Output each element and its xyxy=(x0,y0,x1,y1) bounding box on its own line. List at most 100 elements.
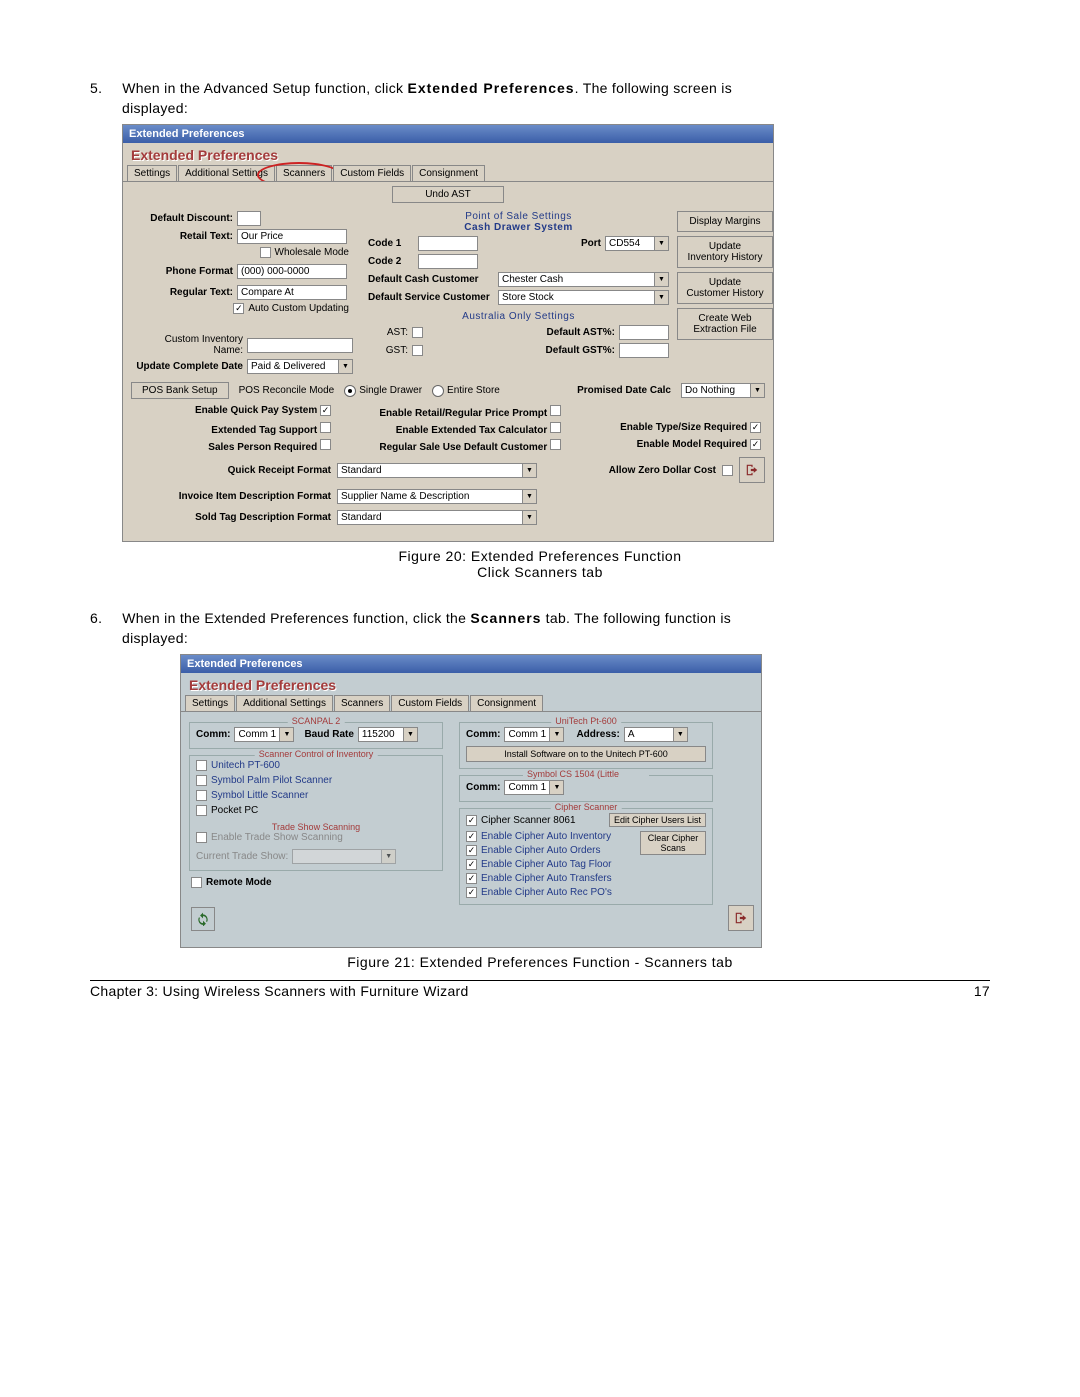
entire-store-radio[interactable]: Entire Store xyxy=(432,385,500,397)
symbol-comm-label: Comm: xyxy=(466,782,500,793)
tab-settings[interactable]: Settings xyxy=(185,695,235,711)
tab-consignment[interactable]: Consignment xyxy=(412,165,485,181)
chevron-down-icon[interactable]: ▼ xyxy=(523,463,537,478)
wholesale-mode-checkbox[interactable]: Wholesale Mode xyxy=(260,247,349,258)
tab-custom-fields[interactable]: Custom Fields xyxy=(391,695,469,711)
default-service-customer-combo[interactable]: Store Stock xyxy=(498,290,655,305)
enable-trade-show-checkbox[interactable]: Enable Trade Show Scanning xyxy=(196,832,343,843)
phone-format-input[interactable]: (000) 000-0000 xyxy=(237,264,347,279)
ast-checkbox[interactable] xyxy=(412,327,423,338)
default-discount-input[interactable] xyxy=(237,211,261,226)
chevron-down-icon[interactable]: ▼ xyxy=(523,489,537,504)
pocket-pc-checkbox[interactable]: Pocket PC xyxy=(196,805,436,816)
update-complete-combo[interactable]: Paid & Delivered xyxy=(247,359,339,374)
sold-tag-desc-combo[interactable]: Standard xyxy=(337,510,523,525)
install-unitech-button[interactable]: Install Software on to the Unitech PT-60… xyxy=(466,746,706,762)
unitech-comm-label: Comm: xyxy=(466,729,500,740)
tab-consignment[interactable]: Consignment xyxy=(470,695,543,711)
symbol-little-checkbox[interactable]: Symbol Little Scanner xyxy=(196,790,436,801)
enable-quick-pay-checkbox[interactable]: ✓ xyxy=(320,405,331,416)
cipher-auto-transfers-checkbox[interactable]: ✓Enable Cipher Auto Transfers xyxy=(466,873,636,884)
chevron-down-icon[interactable]: ▼ xyxy=(655,290,669,305)
default-discount-label: Default Discount: xyxy=(133,213,233,224)
chevron-down-icon[interactable]: ▼ xyxy=(339,359,353,374)
chevron-down-icon[interactable]: ▼ xyxy=(404,727,418,742)
regular-sale-default-checkbox[interactable] xyxy=(550,439,561,450)
default-gst-input[interactable] xyxy=(619,343,669,358)
refresh-button[interactable] xyxy=(191,907,215,931)
chevron-down-icon[interactable]: ▼ xyxy=(280,727,294,742)
gst-checkbox[interactable] xyxy=(412,345,423,356)
unitech-pt600-checkbox[interactable]: Unitech PT-600 xyxy=(196,760,436,771)
custom-inv-name-input[interactable] xyxy=(247,338,353,353)
default-cash-customer-label: Default Cash Customer xyxy=(368,274,498,285)
edit-cipher-users-button[interactable]: Edit Cipher Users List xyxy=(609,813,706,827)
extended-tag-support-checkbox[interactable] xyxy=(320,422,331,433)
default-ast-input[interactable] xyxy=(619,325,669,340)
chevron-down-icon[interactable]: ▼ xyxy=(674,727,688,742)
chevron-down-icon[interactable]: ▼ xyxy=(550,727,564,742)
pos-bank-setup-button[interactable]: POS Bank Setup xyxy=(131,382,229,399)
enable-retail-prompt-checkbox[interactable] xyxy=(550,405,561,416)
port-combo[interactable]: CD554 xyxy=(605,236,655,251)
chevron-down-icon[interactable]: ▼ xyxy=(550,780,564,795)
tab-additional-settings[interactable]: Additional Settings xyxy=(178,165,275,181)
tab-scanners[interactable]: Scanners xyxy=(276,165,332,181)
enable-ext-tax-checkbox[interactable] xyxy=(550,422,561,433)
chevron-down-icon[interactable]: ▼ xyxy=(655,272,669,287)
chevron-down-icon: ▼ xyxy=(382,849,396,864)
tab-strip: Settings Additional Settings Scanners Cu… xyxy=(123,165,773,181)
step6-cont: displayed: xyxy=(90,630,990,646)
symbol-comm-combo[interactable]: Comm 1 xyxy=(504,780,550,795)
scanpal-baud-combo[interactable]: 115200 xyxy=(358,727,404,742)
chevron-down-icon[interactable]: ▼ xyxy=(523,510,537,525)
update-inventory-history-button[interactable]: Update Inventory History xyxy=(677,236,773,268)
remote-mode-checkbox[interactable]: Remote Mode xyxy=(191,877,272,888)
symbol-palm-checkbox[interactable]: Symbol Palm Pilot Scanner xyxy=(196,775,436,786)
quick-receipt-format-label: Quick Receipt Format xyxy=(131,465,331,476)
display-margins-button[interactable]: Display Margins xyxy=(677,211,773,232)
chevron-down-icon[interactable]: ▼ xyxy=(751,383,765,398)
tab-additional-settings[interactable]: Additional Settings xyxy=(236,695,333,711)
undo-ast-button[interactable]: Undo AST xyxy=(392,186,504,203)
cipher-auto-inventory-checkbox[interactable]: ✓Enable Cipher Auto Inventory xyxy=(466,831,636,842)
cipher-auto-orders-checkbox[interactable]: ✓Enable Cipher Auto Orders xyxy=(466,845,636,856)
unitech-comm-combo[interactable]: Comm 1 xyxy=(504,727,550,742)
cipher-8061-checkbox[interactable]: ✓Cipher Scanner 8061 xyxy=(466,815,576,826)
enable-type-size-checkbox[interactable]: ✓ xyxy=(750,422,761,433)
single-drawer-radio[interactable]: Single Drawer xyxy=(344,385,422,397)
clear-cipher-scans-button[interactable]: Clear Cipher Scans xyxy=(640,831,706,855)
extended-preferences-dialog-scanners: Extended Preferences Extended Preference… xyxy=(180,654,762,948)
tab-settings[interactable]: Settings xyxy=(127,165,177,181)
default-cash-customer-combo[interactable]: Chester Cash xyxy=(498,272,655,287)
quick-receipt-format-combo[interactable]: Standard xyxy=(337,463,523,478)
sales-person-required-checkbox[interactable] xyxy=(320,439,331,450)
figure20-caption: Figure 20: Extended Preferences Function… xyxy=(90,548,990,580)
tab-strip: Settings Additional Settings Scanners Cu… xyxy=(181,695,761,711)
create-web-extraction-button[interactable]: Create Web Extraction File xyxy=(677,308,773,340)
update-customer-history-button[interactable]: Update Customer History xyxy=(677,272,773,304)
cipher-auto-tag-checkbox[interactable]: ✓Enable Cipher Auto Tag Floor xyxy=(466,859,636,870)
phone-format-label: Phone Format xyxy=(133,266,233,277)
promised-date-calc-combo[interactable]: Do Nothing xyxy=(681,383,751,398)
unitech-address-combo[interactable]: A xyxy=(624,727,674,742)
code1-label: Code 1 xyxy=(368,238,418,249)
chevron-down-icon[interactable]: ▼ xyxy=(655,236,669,251)
code1-input[interactable] xyxy=(418,236,478,251)
tab-custom-fields[interactable]: Custom Fields xyxy=(333,165,411,181)
allow-zero-dollar-checkbox[interactable] xyxy=(722,465,733,476)
tab-scanners[interactable]: Scanners xyxy=(334,695,390,711)
exit-button[interactable] xyxy=(739,457,765,483)
default-gst-label: Default GST%: xyxy=(546,345,615,356)
auto-custom-updating-checkbox[interactable]: ✓ Auto Custom Updating xyxy=(233,303,349,314)
enable-model-required-checkbox[interactable]: ✓ xyxy=(750,439,761,450)
scanpal-comm-combo[interactable]: Comm 1 xyxy=(234,727,280,742)
retail-text-input[interactable]: Our Price xyxy=(237,229,347,244)
code2-input[interactable] xyxy=(418,254,478,269)
exit-button[interactable] xyxy=(728,905,754,931)
regular-text-input[interactable]: Compare At xyxy=(237,285,347,300)
enable-ext-tax-label: Enable Extended Tax Calculator xyxy=(396,425,548,436)
figure21-caption: Figure 21: Extended Preferences Function… xyxy=(90,954,990,970)
invoice-item-desc-combo[interactable]: Supplier Name & Description xyxy=(337,489,523,504)
cipher-auto-rec-po-checkbox[interactable]: ✓Enable Cipher Auto Rec PO's xyxy=(466,887,636,898)
